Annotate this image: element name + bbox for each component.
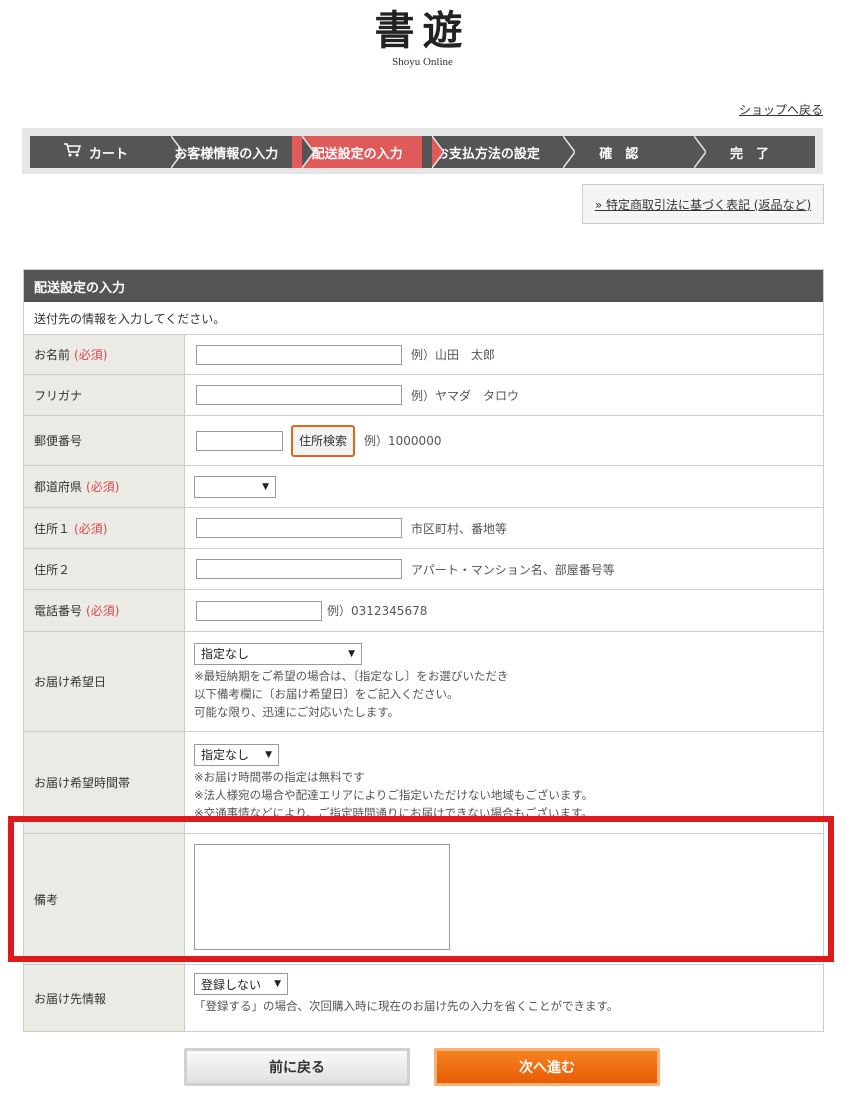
required-mark: (必須) [86, 480, 120, 494]
form-intro: 送付先の情報を入力してください。 [24, 302, 823, 335]
step-label: 配送設定の入力 [311, 146, 403, 162]
row-furigana: フリガナ 例）ヤマダ タロウ [24, 375, 823, 416]
row-address1: 住所１ (必須) 市区町村、番地等 [24, 508, 823, 549]
row-delivery-date: お届け希望日 指定なし ▼ ※最短納期をご希望の場合は、〔指定なし〕をお選びいただ… [24, 632, 823, 732]
site-logo[interactable]: 書遊 Shoyu Online [0, 7, 845, 69]
back-to-shop-link[interactable]: ショップへ戻る [739, 101, 823, 118]
step-label: 確 認 [599, 146, 639, 162]
furigana-input[interactable] [196, 385, 402, 405]
field-label: お届け希望日 [34, 675, 107, 689]
field-hint: 例）0312345678 [327, 604, 428, 618]
back-button[interactable]: 前に戻る [184, 1048, 410, 1086]
address1-input[interactable] [196, 518, 402, 538]
delivery-time-note-1: ※お届け時間帯の指定は無料です [194, 769, 365, 784]
row-postal: 郵便番号 住所検索 例）1000000 [24, 416, 823, 466]
row-delivery-time: お届け希望時間帯 指定なし ▼ ※お届け時間帯の指定は無料です ※法人様宛の場合や… [24, 732, 823, 834]
field-hint: 市区町村、番地等 [411, 521, 508, 536]
register-address-note: 「登録する」の場合、次回購入時に現在のお届け先の入力を省くことができます。 [194, 999, 619, 1013]
field-hint: 例）ヤマダ タロウ [411, 388, 520, 403]
dropdown-arrow-icon: ▼ [265, 749, 272, 760]
name-input[interactable] [196, 344, 402, 365]
row-register-address: お届け先情報 登録しない ▼ 「登録する」の場合、次回購入時に現在のお届け先の入力… [24, 965, 823, 1031]
step-label: お支払方法の設定 [435, 146, 540, 162]
delivery-time-select[interactable]: 指定なし ▼ [194, 743, 279, 766]
field-label: 住所１ [34, 521, 71, 536]
row-address2: 住所２ アパート・マンション名、部屋番号等 [24, 549, 823, 590]
delivery-date-note-2: 以下備考欄に〔お届け希望日〕をご記入ください。 [194, 686, 459, 701]
row-name: お名前 (必須) 例）山田 太郎 [24, 335, 823, 375]
delivery-date-note-1: ※最短納期をご希望の場合は、〔指定なし〕をお選びいただき [194, 668, 509, 683]
field-label: お届け先情報 [34, 991, 107, 1006]
prefecture-select[interactable]: ▼ [194, 475, 276, 498]
step-label: カート [88, 146, 128, 162]
address2-input[interactable] [196, 559, 402, 579]
required-mark: (必須) [86, 604, 120, 618]
remarks-textarea[interactable] [194, 844, 450, 950]
delivery-time-note-2: ※法人様宛の場合や配達エリアによりご指定いただけない地域もございます。 [194, 787, 594, 802]
dropdown-arrow-icon: ▼ [262, 481, 269, 492]
field-label: 都道府県 [34, 480, 83, 494]
register-address-select[interactable]: 登録しない ▼ [194, 973, 288, 995]
row-remarks: 備考 [24, 834, 823, 965]
address-search-button[interactable]: 住所検索 [291, 424, 356, 457]
required-mark: (必須) [74, 348, 108, 362]
delivery-date-note-3: 可能な限り、迅速にご対応いたします。 [194, 704, 400, 719]
cart-icon [63, 142, 81, 162]
delivery-time-note-3: ※交通事情などにより、ご指定時間通りにお届けできない場合もございます。 [194, 805, 593, 820]
field-hint: 例）1000000 [364, 434, 442, 448]
dropdown-arrow-icon: ▼ [274, 979, 281, 989]
delivery-date-select[interactable]: 指定なし ▼ [194, 642, 362, 665]
checkout-steps: カート お客様情報の入力 配送設定の入力 お支払方法の設定 確 認 完 了 [22, 128, 823, 174]
postal-code-input[interactable] [196, 430, 283, 451]
phone-input[interactable] [196, 600, 322, 621]
field-label: 郵便番号 [34, 434, 83, 448]
field-label: お届け希望時間帯 [34, 776, 131, 790]
required-mark: (必須) [74, 521, 108, 536]
step-label: 完 了 [730, 146, 770, 162]
logo-subtitle: Shoyu Online [392, 56, 453, 68]
field-label: 備考 [34, 892, 59, 907]
field-label: 住所２ [34, 562, 71, 577]
field-label: 電話番号 [34, 604, 83, 618]
logo-mark: 書遊 [374, 7, 471, 54]
field-label: お名前 [34, 348, 71, 362]
next-button[interactable]: 次へ進む [434, 1048, 660, 1086]
row-prefecture: 都道府県 (必須) ▼ [24, 466, 823, 508]
commerce-law-link[interactable]: » 特定商取引法に基づく表記 (返品など) [582, 184, 824, 224]
step-cart: カート [30, 136, 183, 168]
row-phone: 電話番号 (必須) 例）0312345678 [24, 590, 823, 632]
form-title: 配送設定の入力 [24, 270, 823, 302]
delivery-form: 配送設定の入力 送付先の情報を入力してください。 お名前 (必須) 例）山田 太郎… [23, 269, 824, 1032]
field-hint: 例）山田 太郎 [411, 348, 496, 362]
field-hint: アパート・マンション名、部屋番号等 [411, 562, 615, 577]
dropdown-arrow-icon: ▼ [348, 648, 355, 659]
field-label: フリガナ [34, 388, 83, 403]
step-label: お客様情報の入力 [174, 146, 279, 162]
